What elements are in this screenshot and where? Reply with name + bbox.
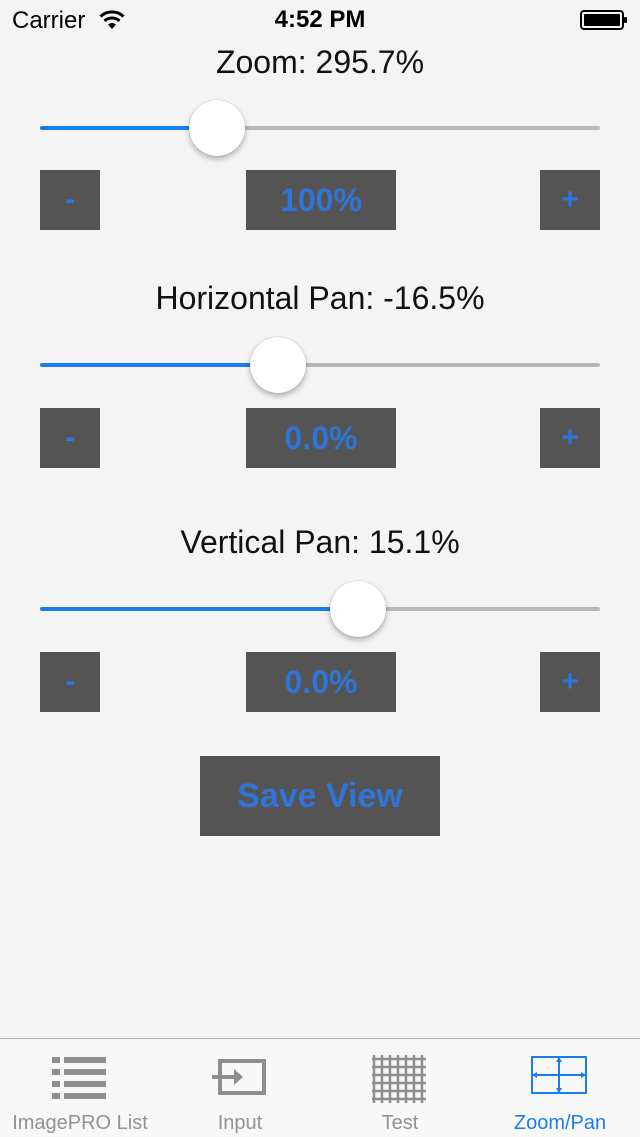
vertical-pan-slider-thumb[interactable]: [330, 581, 387, 637]
zoom-decrease-button[interactable]: -: [40, 170, 100, 230]
horizontal-pan-value-button[interactable]: 0.0%: [246, 408, 396, 468]
clock: 4:52 PM: [274, 6, 366, 33]
horizontal-pan-slider-thumb[interactable]: [250, 337, 306, 393]
horizontal-pan-decrease-button[interactable]: -: [40, 408, 100, 468]
tab-imagepro-list[interactable]: ImagePRO List: [0, 1039, 160, 1137]
vertical-pan-label: Vertical Pan: 15.1%: [180, 524, 460, 560]
horizontal-pan-label: Horizontal Pan: -16.5%: [155, 280, 485, 316]
save-view-button[interactable]: Save View: [200, 756, 440, 836]
battery-icon: [580, 10, 627, 30]
tab-input[interactable]: Input: [160, 1039, 320, 1137]
vertical-pan-slider[interactable]: [40, 579, 600, 639]
vertical-pan-increase-button[interactable]: +: [540, 652, 600, 712]
horizontal-pan-increase-button[interactable]: +: [540, 408, 600, 468]
zoom-value-button[interactable]: 100%: [246, 170, 396, 230]
zoom-label: Zoom: 295.7%: [215, 44, 425, 80]
horizontal-pan-slider[interactable]: [40, 335, 600, 395]
tab-bar: ImagePRO List Input Test Zoom/Pan: [0, 1038, 640, 1137]
list-icon: [52, 1057, 106, 1099]
vertical-pan-slider-fill: [40, 607, 359, 611]
input-icon: [212, 1059, 266, 1095]
zoom-slider-thumb[interactable]: [188, 100, 245, 156]
zoom-increase-button[interactable]: +: [540, 170, 600, 230]
grid-icon: [372, 1055, 426, 1103]
tab-test[interactable]: Test: [320, 1039, 480, 1137]
zoom-slider[interactable]: [40, 98, 600, 158]
zoom-pan-icon: [531, 1056, 587, 1094]
tab-label: Test: [381, 1112, 419, 1134]
vertical-pan-decrease-button[interactable]: -: [40, 652, 100, 712]
vertical-pan-value-button[interactable]: 0.0%: [246, 652, 396, 712]
tab-label: Input: [217, 1112, 263, 1134]
tab-zoom-pan[interactable]: Zoom/Pan: [480, 1039, 640, 1137]
tab-label: Zoom/Pan: [513, 1112, 607, 1134]
tab-label: ImagePRO List: [12, 1112, 148, 1134]
status-bar: Carrier 4:52 PM: [0, 0, 640, 40]
horizontal-pan-slider-fill: [40, 363, 278, 367]
